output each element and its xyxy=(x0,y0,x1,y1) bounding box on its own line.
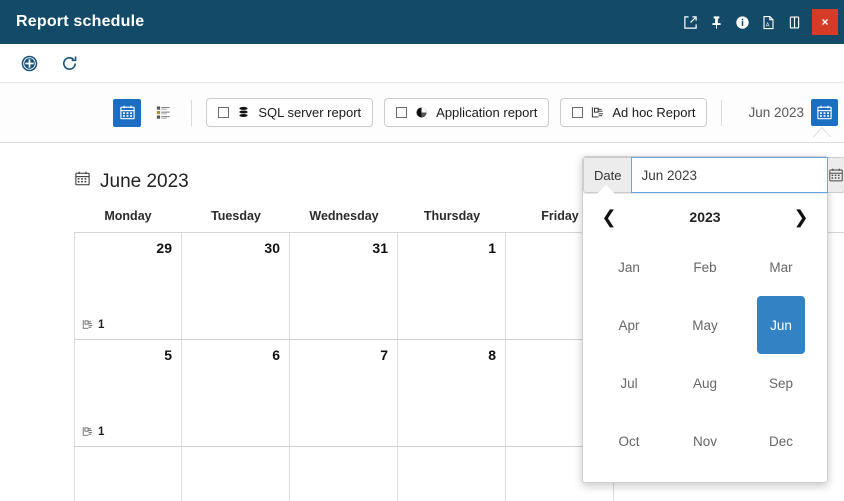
date-picker-input-row: Date xyxy=(583,157,844,193)
weekday-thursday: Thursday xyxy=(423,209,481,223)
day-number: 1 xyxy=(488,240,496,256)
calendar-day-cell[interactable] xyxy=(398,447,506,501)
close-button[interactable]: × xyxy=(812,9,838,35)
day-number: 8 xyxy=(488,347,496,363)
day-number: 5 xyxy=(164,347,172,363)
add-schedule-button[interactable] xyxy=(18,52,40,74)
filter-chip-application-report[interactable]: Application report xyxy=(384,98,550,127)
month-option-apr[interactable]: Apr xyxy=(605,296,653,354)
pie-chart-icon xyxy=(414,105,429,120)
month-option-dec[interactable]: Dec xyxy=(757,412,805,470)
toolbar-divider xyxy=(191,99,193,126)
report-type-filters: SQL server report Application report Ad … xyxy=(206,98,708,127)
ad-hoc-report-icon xyxy=(590,105,605,120)
date-input[interactable] xyxy=(631,157,829,193)
calendar-day-cell[interactable] xyxy=(182,447,290,501)
month-option-aug[interactable]: Aug xyxy=(681,354,729,412)
refresh-button[interactable] xyxy=(58,52,80,74)
calendar-day-cell[interactable] xyxy=(74,447,182,501)
month-option-oct[interactable]: Oct xyxy=(605,412,653,470)
filter-chip-label: Ad hoc Report xyxy=(612,105,696,120)
database-icon xyxy=(236,105,251,120)
titlebar-actions: A × xyxy=(678,9,838,35)
calendar-day-cell[interactable]: 30 xyxy=(182,233,290,340)
month-option-jul[interactable]: Jul xyxy=(605,354,653,412)
month-option-may[interactable]: May xyxy=(681,296,729,354)
calendar-day-cell[interactable]: 5 1 xyxy=(74,340,182,447)
calendar-view-button[interactable] xyxy=(113,98,142,127)
calendar-title-text: June 2023 xyxy=(100,170,189,192)
date-picker-calendar-icon[interactable] xyxy=(828,157,844,193)
filter-chip-sql-server-report[interactable]: SQL server report xyxy=(206,98,374,127)
calendar-day-cell[interactable]: 7 xyxy=(290,340,398,447)
month-option-jan[interactable]: Jan xyxy=(605,238,653,296)
weekday-wednesday: Wednesday xyxy=(309,209,379,223)
calendar-day-cell[interactable]: 29 1 xyxy=(74,233,182,340)
view-toggle-group xyxy=(113,98,177,127)
day-number: 6 xyxy=(272,347,280,363)
svg-text:A: A xyxy=(765,22,769,28)
ad-hoc-report-icon xyxy=(81,425,94,438)
date-picker-tip-icon xyxy=(597,185,615,194)
day-event-badge[interactable]: 1 xyxy=(81,425,104,438)
calendar-toggle-button[interactable] xyxy=(811,99,838,126)
month-option-jun[interactable]: Jun xyxy=(757,296,805,354)
month-option-nov[interactable]: Nov xyxy=(681,412,729,470)
page-title: Report schedule xyxy=(16,13,145,30)
filter-chip-label: SQL server report xyxy=(258,105,362,120)
action-toolbar xyxy=(0,44,844,83)
calendar-day-cell[interactable]: 1 xyxy=(398,233,506,340)
date-selector: Jun 2023 xyxy=(748,99,838,138)
checkbox-application-report[interactable] xyxy=(396,107,408,118)
event-count: 1 xyxy=(98,425,105,438)
month-option-feb[interactable]: Feb xyxy=(681,238,729,296)
date-picker-year: 2023 xyxy=(689,209,721,225)
pdf-icon[interactable]: A xyxy=(756,9,780,35)
filter-chip-ad-hoc-report[interactable]: Ad hoc Report xyxy=(560,98,708,127)
info-icon[interactable] xyxy=(730,9,754,35)
collapse-icon[interactable] xyxy=(782,9,806,35)
filter-chip-label: Application report xyxy=(436,105,538,120)
date-picker-month-grid: Jan Feb Mar Apr May Jun Jul Aug Sep Oct … xyxy=(583,232,827,470)
ad-hoc-report-icon xyxy=(81,318,94,331)
pin-icon[interactable] xyxy=(704,9,728,35)
day-number: 30 xyxy=(264,240,280,256)
prev-year-button[interactable]: ❮ xyxy=(597,208,621,226)
calendar-day-cell[interactable]: 31 xyxy=(290,233,398,340)
month-option-sep[interactable]: Sep xyxy=(757,354,805,412)
popup-caret-icon xyxy=(813,128,831,138)
month-option-mar[interactable]: Mar xyxy=(757,238,805,296)
next-year-button[interactable]: ❯ xyxy=(789,208,813,226)
day-event-badge[interactable]: 1 xyxy=(81,318,104,331)
day-number: 29 xyxy=(156,240,172,256)
calendar-day-cell[interactable] xyxy=(290,447,398,501)
date-picker-popup: Date ❮ 2023 ❯ xyxy=(582,156,844,483)
calendar-icon xyxy=(74,170,91,193)
weekday-monday: Monday xyxy=(104,209,152,223)
list-view-button[interactable] xyxy=(149,99,177,127)
date-picker-panel: ❮ 2023 ❯ Jan Feb Mar Apr May Jun Jul Aug… xyxy=(583,185,827,482)
report-schedule-window: Report schedule A × SQL server report Ap… xyxy=(0,0,844,501)
selected-period-label: Jun 2023 xyxy=(748,105,804,120)
date-divider xyxy=(721,99,723,126)
window-titlebar: Report schedule A × xyxy=(0,0,844,44)
day-number: 7 xyxy=(380,347,388,363)
day-number: 31 xyxy=(372,240,388,256)
date-picker-nav: ❮ 2023 ❯ xyxy=(583,198,827,232)
calendar-day-cell[interactable]: 8 xyxy=(398,340,506,447)
calendar-day-cell[interactable]: 6 xyxy=(182,340,290,447)
filter-bar: SQL server report Application report Ad … xyxy=(0,83,844,143)
weekday-tuesday: Tuesday xyxy=(211,209,261,223)
checkbox-ad-hoc-report[interactable] xyxy=(572,107,584,118)
checkbox-sql-server-report[interactable] xyxy=(218,107,230,118)
open-external-icon[interactable] xyxy=(678,9,702,35)
event-count: 1 xyxy=(98,318,105,331)
